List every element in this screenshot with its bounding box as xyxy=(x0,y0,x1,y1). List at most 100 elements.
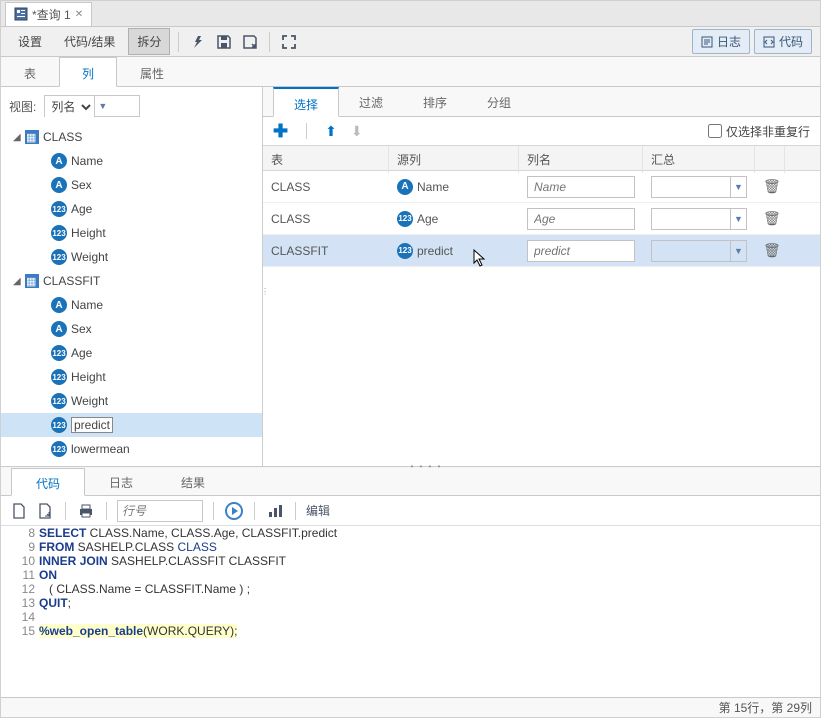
agg-select[interactable]: ▼ xyxy=(651,240,747,262)
edit-button[interactable]: 编辑 xyxy=(306,502,330,519)
chart-icon[interactable] xyxy=(265,504,285,518)
column-label: Sex xyxy=(71,322,92,336)
tree-column[interactable]: AName xyxy=(1,149,262,173)
line-number: 9 xyxy=(1,540,39,554)
cell-table: CLASS xyxy=(263,212,389,226)
tree-column[interactable]: ASex xyxy=(1,173,262,197)
tab-attr[interactable]: 属性 xyxy=(117,57,187,86)
close-tab-icon[interactable]: ✕ xyxy=(75,9,83,20)
colname-input[interactable] xyxy=(527,176,635,198)
status-bar: 第 15行，第 29列 xyxy=(1,697,820,717)
column-label: Height xyxy=(71,226,106,240)
column-label: lowermean xyxy=(71,442,130,456)
column-label: Name xyxy=(71,154,103,168)
design-nav-tabs: 表 列 属性 xyxy=(1,57,820,87)
colname-input[interactable] xyxy=(527,208,635,230)
add-column-button[interactable]: ✚ xyxy=(273,121,288,142)
tree-column[interactable]: 123Height xyxy=(1,221,262,245)
code-line: ON xyxy=(39,568,57,582)
tab-group[interactable]: 分组 xyxy=(467,87,531,116)
chevron-down-icon: ▼ xyxy=(730,241,746,261)
settings-button[interactable]: 设置 xyxy=(9,28,51,55)
fullscreen-button[interactable] xyxy=(278,31,300,53)
main-toolbar: 设置 代码/结果 拆分 日志 代码 xyxy=(1,27,820,57)
grid-row[interactable]: CLASSFIT123predict ▼ 🗑 xyxy=(263,235,820,267)
colname-input[interactable] xyxy=(527,240,635,262)
tree-column[interactable]: 123predict xyxy=(1,413,262,437)
tree-column[interactable]: 123 lowermean xyxy=(1,437,262,461)
move-up-button[interactable]: ⬆ xyxy=(325,123,337,140)
tree-scroll[interactable]: ◢CLASSANameASex123Age123Height123Weight◢… xyxy=(1,125,262,466)
code-editor[interactable]: 8SELECT CLASS.Name, CLASS.Age, CLASSFIT.… xyxy=(1,526,820,697)
tab-select[interactable]: 选择 xyxy=(273,87,339,117)
agg-select[interactable]: ▼ xyxy=(651,208,747,230)
tree-table[interactable]: ◢ CLASS xyxy=(1,125,262,149)
code-panel-button[interactable]: 代码 xyxy=(754,29,812,54)
tree-column[interactable]: 123 Weight xyxy=(1,389,262,413)
line-number: 10 xyxy=(1,554,39,568)
numeric-type-icon: 123 xyxy=(51,393,67,409)
column-label: Sex xyxy=(71,178,92,192)
column-label: Age xyxy=(71,346,92,360)
code-line: SELECT CLASS.Name, CLASS.Age, CLASSFIT.p… xyxy=(39,526,337,540)
window-tabbar: *查询 1 ✕ xyxy=(1,1,820,27)
tree-column[interactable]: 123Weight xyxy=(1,245,262,269)
new-icon[interactable] xyxy=(9,503,29,519)
tab-table[interactable]: 表 xyxy=(1,57,59,86)
run-button[interactable] xyxy=(187,31,209,53)
table-icon xyxy=(25,130,39,144)
split-button[interactable]: 拆分 xyxy=(128,28,170,55)
tab-code[interactable]: 代码 xyxy=(11,468,85,496)
move-down-button: ⬇ xyxy=(351,123,363,140)
grid-row[interactable]: CLASSAName▼🗑 xyxy=(263,171,820,203)
view-label: 视图: xyxy=(9,98,36,115)
tab-sort[interactable]: 排序 xyxy=(403,87,467,116)
distinct-checkbox[interactable]: 仅选择非重复行 xyxy=(708,123,810,140)
alpha-type-icon: A xyxy=(51,321,67,337)
columns-grid: 表 源列 列名 汇总 CLASSAName▼🗑CLASS123Age▼🗑CLAS… xyxy=(263,145,820,466)
lineno-input[interactable] xyxy=(117,500,203,522)
code-line: INNER JOIN SASHELP.CLASSFIT CLASSFIT xyxy=(39,554,286,568)
view-select[interactable]: 列名 ▼ xyxy=(44,95,140,117)
numeric-type-icon: 123 xyxy=(51,201,67,217)
tree-column[interactable]: A Sex xyxy=(1,317,262,341)
cell-srccol: 123predict xyxy=(389,243,519,259)
select-panel: 选择 过滤 排序 分组 ✚ ⬆ ⬇ 仅选择非重复行 表 源列 列名 汇总 xyxy=(263,87,820,466)
cell-table: CLASSFIT xyxy=(263,244,389,258)
save-button[interactable] xyxy=(213,31,235,53)
cell-srccol: 123Age xyxy=(389,211,519,227)
delete-row-button[interactable]: 🗑 xyxy=(763,242,781,259)
code-panel: 代码 日志 结果 编辑 8SELECT CLASS.Name, CLASS.Ag… xyxy=(1,468,820,697)
arrow-down-icon: ◢ xyxy=(13,132,21,143)
tab-column[interactable]: 列 xyxy=(59,57,117,87)
cursor-position: 第 15行，第 29列 xyxy=(719,699,812,716)
saveas-button[interactable] xyxy=(239,31,261,53)
tree-column[interactable]: 123Height xyxy=(1,365,262,389)
table-label: CLASS xyxy=(43,130,82,144)
delete-row-button[interactable]: 🗑 xyxy=(763,210,781,227)
numeric-type-icon: 123 xyxy=(51,441,67,457)
code-result-button[interactable]: 代码/结果 xyxy=(55,28,124,55)
export-icon[interactable] xyxy=(35,503,55,519)
run-code-button[interactable] xyxy=(224,502,244,520)
numeric-type-icon: 123 xyxy=(397,243,413,259)
print-icon[interactable] xyxy=(76,504,96,518)
tab-result[interactable]: 结果 xyxy=(157,468,229,495)
tab-filter[interactable]: 过滤 xyxy=(339,87,403,116)
query-icon xyxy=(14,7,28,21)
chevron-down-icon: ▼ xyxy=(94,96,110,116)
tab-log[interactable]: 日志 xyxy=(85,468,157,495)
window-tab[interactable]: *查询 1 ✕ xyxy=(5,2,92,26)
line-number: 11 xyxy=(1,568,39,582)
delete-row-button[interactable]: 🗑 xyxy=(763,178,781,195)
grid-row[interactable]: CLASS123Age ▼ 🗑 xyxy=(263,203,820,235)
tree-column[interactable]: 123Age xyxy=(1,341,262,365)
agg-select[interactable]: ▼ xyxy=(651,176,747,198)
column-label: Weight xyxy=(71,394,108,408)
tree-table[interactable]: ◢CLASSFIT xyxy=(1,269,262,293)
numeric-type-icon: 123 xyxy=(51,249,67,265)
tree-column[interactable]: AName xyxy=(1,293,262,317)
numeric-type-icon: 123 xyxy=(51,369,67,385)
tree-column[interactable]: 123Age xyxy=(1,197,262,221)
log-panel-button[interactable]: 日志 xyxy=(692,29,750,54)
